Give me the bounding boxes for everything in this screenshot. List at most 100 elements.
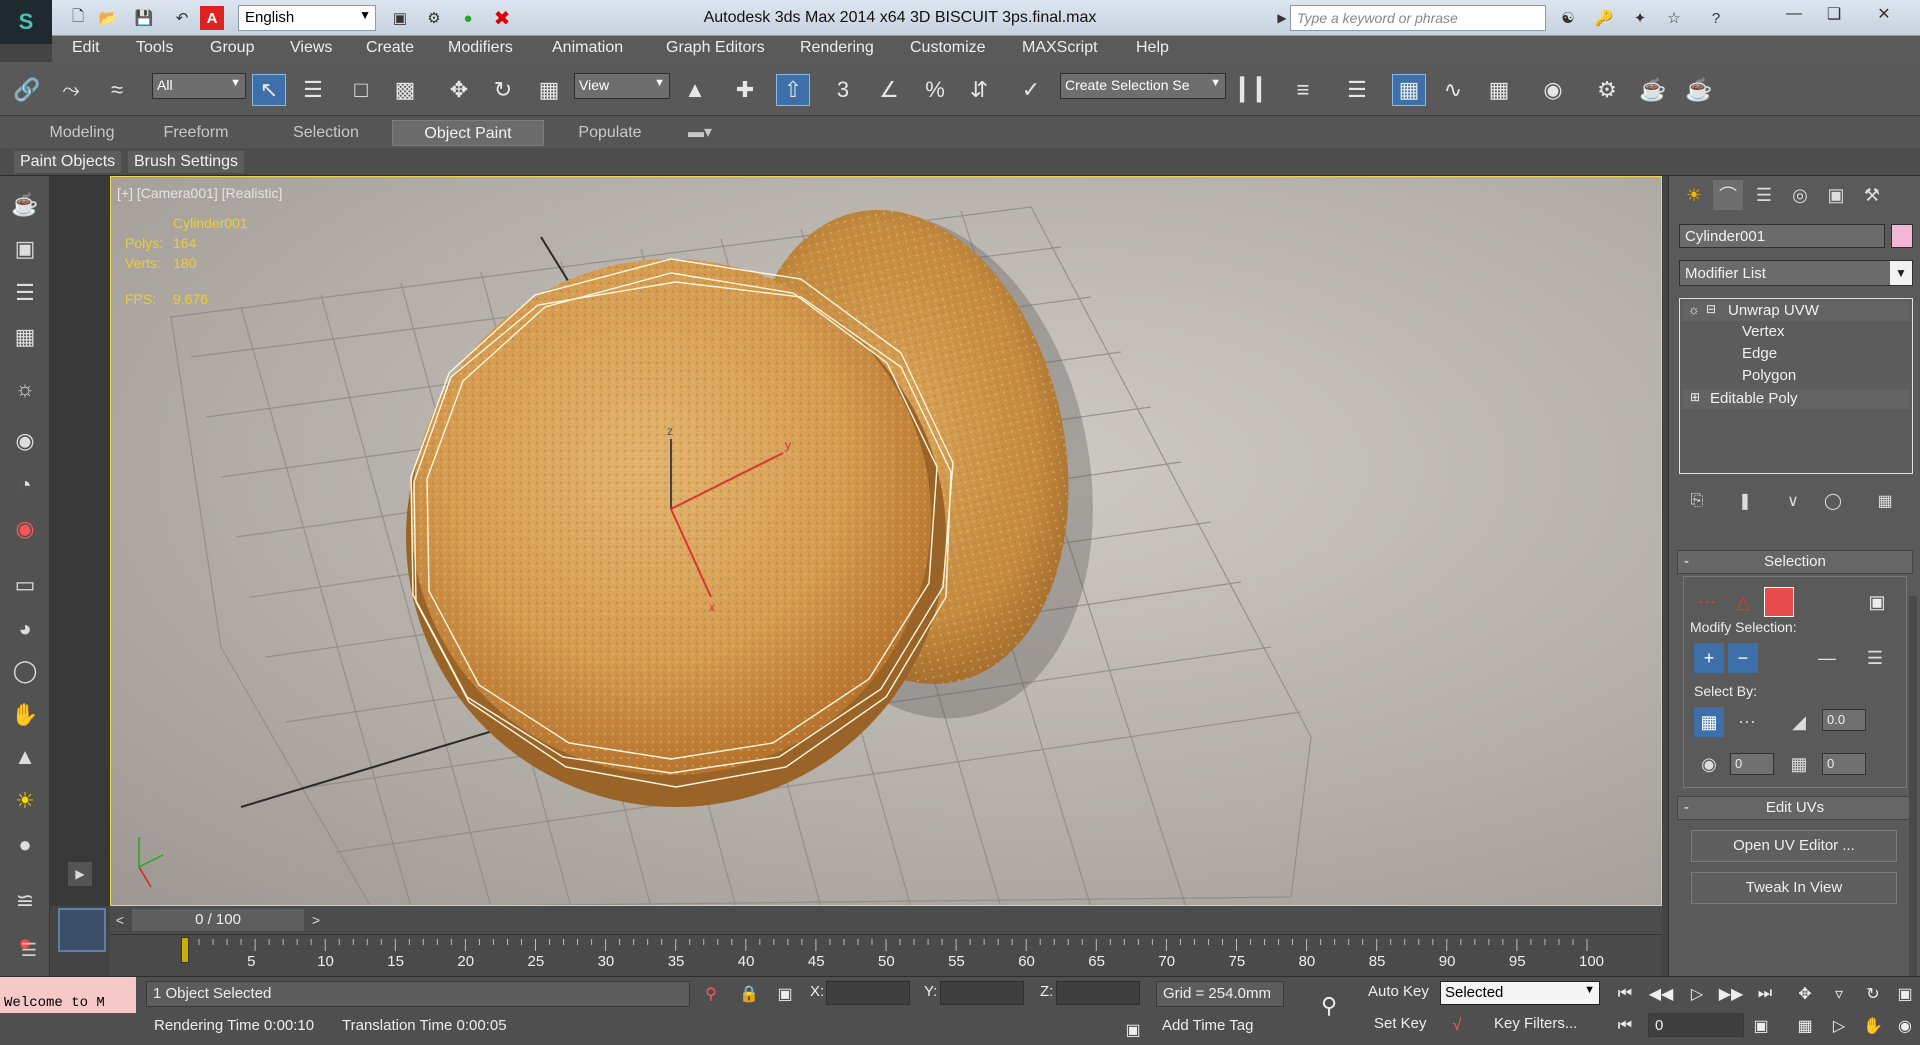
maximize-viewport-icon[interactable]: ▣	[1892, 981, 1918, 1007]
menu-views[interactable]: Views	[290, 39, 332, 57]
table-icon[interactable]: ▦	[8, 320, 42, 354]
settings-gear-icon[interactable]: ⚙	[422, 6, 446, 30]
named-selection-dropdown[interactable]: Create Selection Se ▼	[1060, 73, 1226, 99]
panel-scrollbar[interactable]	[1909, 596, 1917, 976]
add-time-tag-icon[interactable]: ▣	[1120, 1017, 1146, 1043]
create-tab-icon[interactable]: ☀	[1679, 180, 1709, 210]
isolate-selection-icon[interactable]: ⚲	[698, 981, 724, 1007]
select-and-link-icon[interactable]: 🔗	[10, 74, 44, 106]
menu-edit[interactable]: Edit	[72, 39, 100, 57]
bind-space-warp-icon[interactable]: ≈	[100, 74, 134, 106]
previous-key-icon[interactable]: ◀◀	[1648, 981, 1674, 1007]
set-key-curve-icon[interactable]: √	[1444, 1013, 1470, 1039]
hemisphere-icon[interactable]: ◕	[8, 612, 42, 646]
remove-modifier-icon[interactable]: ◯	[1819, 488, 1847, 514]
key-mode-dropdown[interactable]: Selected ▼	[1440, 981, 1600, 1005]
menu-tools[interactable]: Tools	[136, 39, 173, 57]
auto-key-button[interactable]: Auto Key	[1368, 983, 1429, 1000]
list-icon[interactable]: ☰	[8, 276, 42, 310]
select-by-angle-icon[interactable]: ◢	[1784, 707, 1814, 737]
select-and-move-icon[interactable]: ✥	[442, 74, 476, 106]
edit-named-selections-icon[interactable]: ✓	[1014, 74, 1048, 106]
time-cursor[interactable]	[181, 937, 189, 963]
display-tab-icon[interactable]: ▣	[1821, 180, 1851, 210]
stack-item-polygon[interactable]: Polygon	[1742, 367, 1796, 384]
render-setup-icon[interactable]: ⚙	[1590, 74, 1624, 106]
rectangular-selection-icon[interactable]: □	[344, 74, 378, 106]
menu-graph-editors[interactable]: Graph Editors	[666, 39, 765, 57]
vertex-select-icon[interactable]: ⋯	[1692, 587, 1722, 617]
tab-populate[interactable]: Populate	[564, 120, 656, 146]
menu-animation[interactable]: Animation	[552, 39, 623, 57]
light-bulb-icon[interactable]: ☼	[8, 372, 42, 406]
language-select[interactable]: English ▼	[238, 5, 376, 31]
track-bar[interactable]: 5 10 15 20 25 30 35 40 45 50 55 60 65 70 75 80 85 90 95 100	[110, 934, 1662, 976]
schematic-view-icon[interactable]: ▦	[1482, 74, 1516, 106]
snaps-toggle-icon[interactable]: 3	[826, 74, 860, 106]
menu-group[interactable]: Group	[210, 39, 254, 57]
maxscript-listener[interactable]: Welcome to M	[0, 977, 136, 1013]
field-of-view-icon[interactable]: ▷	[1826, 1013, 1852, 1039]
ring-selection-icon[interactable]: ☰	[1860, 643, 1890, 673]
restore-icon[interactable]: ❑	[1814, 0, 1854, 28]
grow-selection-icon[interactable]: +	[1694, 643, 1724, 673]
select-by-edge-icon[interactable]: ⋯	[1732, 707, 1762, 737]
teapot-icon[interactable]: ☕	[8, 188, 42, 222]
show-end-result-icon[interactable]: ❚	[1731, 488, 1759, 514]
viewport-label[interactable]: [+] [Camera001] [Realistic]	[117, 185, 282, 201]
sphere-icon[interactable]: ◯	[8, 654, 42, 688]
camera-icon[interactable]: ◉	[8, 424, 42, 458]
previous-frame-icon[interactable]: <	[110, 909, 130, 931]
current-frame-field[interactable]: 0	[1648, 1013, 1744, 1037]
video-camera-icon[interactable]: ◉	[8, 512, 42, 546]
curve-editor-icon[interactable]: ∿	[1436, 74, 1470, 106]
tab-object-paint[interactable]: Object Paint	[392, 120, 544, 146]
layer-manager-icon[interactable]: ☰	[1340, 74, 1374, 106]
rendered-frame-window-icon[interactable]: ☕	[1636, 74, 1670, 106]
add-time-tag-label[interactable]: Add Time Tag	[1162, 1017, 1253, 1034]
pivot-center-icon[interactable]: ▲	[678, 74, 712, 106]
rotate-sphere-icon[interactable]: ◔	[8, 468, 42, 502]
green-render-icon[interactable]: ●	[456, 6, 480, 30]
autodesk-a360-icon[interactable]: A	[200, 6, 224, 30]
tweak-in-view-button[interactable]: Tweak In View	[1691, 872, 1897, 904]
subscription-icon[interactable]: 🔑	[1592, 6, 1616, 30]
zoom-icon[interactable]: ✥	[1792, 981, 1818, 1007]
menu-maxscript[interactable]: MAXScript	[1022, 39, 1098, 57]
z-coord-field[interactable]	[1056, 981, 1140, 1005]
pin-stack-icon[interactable]: ⎘	[1683, 488, 1711, 514]
select-by-name-icon[interactable]: ☰	[296, 74, 330, 106]
render-frame-icon[interactable]: ▣	[388, 6, 412, 30]
select-manipulate-icon[interactable]: ✚	[728, 74, 762, 106]
sphere-spinner[interactable]: 0	[1730, 753, 1774, 775]
menu-help[interactable]: Help	[1136, 39, 1169, 57]
hierarchy-tab-icon[interactable]: ☰	[1749, 180, 1779, 210]
x-coord-field[interactable]	[826, 981, 910, 1005]
expand-plus-icon[interactable]: ⊞	[1690, 390, 1700, 404]
select-by-sphere-icon[interactable]: ◉	[1694, 749, 1724, 779]
search-input[interactable]: Type a keyword or phrase	[1290, 5, 1546, 31]
configure-modifier-sets-icon[interactable]: ▦	[1871, 488, 1899, 514]
angle-spinner[interactable]: 0.0	[1822, 709, 1866, 731]
key-icon[interactable]: ⚲	[1316, 993, 1342, 1019]
edit-uvs-rollout-header[interactable]: - Edit UVs	[1677, 796, 1913, 820]
make-unique-icon[interactable]: ∨	[1779, 488, 1807, 514]
menu-rendering[interactable]: Rendering	[800, 39, 874, 57]
mirror-icon[interactable]: ▎▎	[1240, 74, 1274, 106]
help-icon[interactable]: ?	[1704, 6, 1728, 30]
object-color-swatch[interactable]	[1891, 224, 1913, 248]
menu-customize[interactable]: Customize	[910, 39, 986, 57]
camera-viewport[interactable]: z y x [+] [Camera001] [Realistic] Cylind…	[110, 176, 1662, 906]
brush-settings-panel[interactable]: Brush Settings	[128, 151, 245, 173]
selection-filter-dropdown[interactable]: All ▼	[152, 73, 246, 99]
close-red-icon[interactable]: ✖	[490, 6, 514, 30]
select-by-grid-icon[interactable]: ▦	[1784, 749, 1814, 779]
spinner-snap-icon[interactable]: ⇵	[962, 74, 996, 106]
shrink-selection-icon[interactable]: −	[1728, 643, 1758, 673]
open-uv-editor-button[interactable]: Open UV Editor ...	[1691, 830, 1897, 862]
select-by-element-icon[interactable]: ▦	[1694, 707, 1724, 737]
menu-create[interactable]: Create	[366, 39, 414, 57]
orbit-icon[interactable]: ↻	[1860, 981, 1886, 1007]
ribbon-options-icon[interactable]: ▬▾	[680, 120, 720, 146]
edge-select-icon[interactable]: △	[1728, 587, 1758, 617]
